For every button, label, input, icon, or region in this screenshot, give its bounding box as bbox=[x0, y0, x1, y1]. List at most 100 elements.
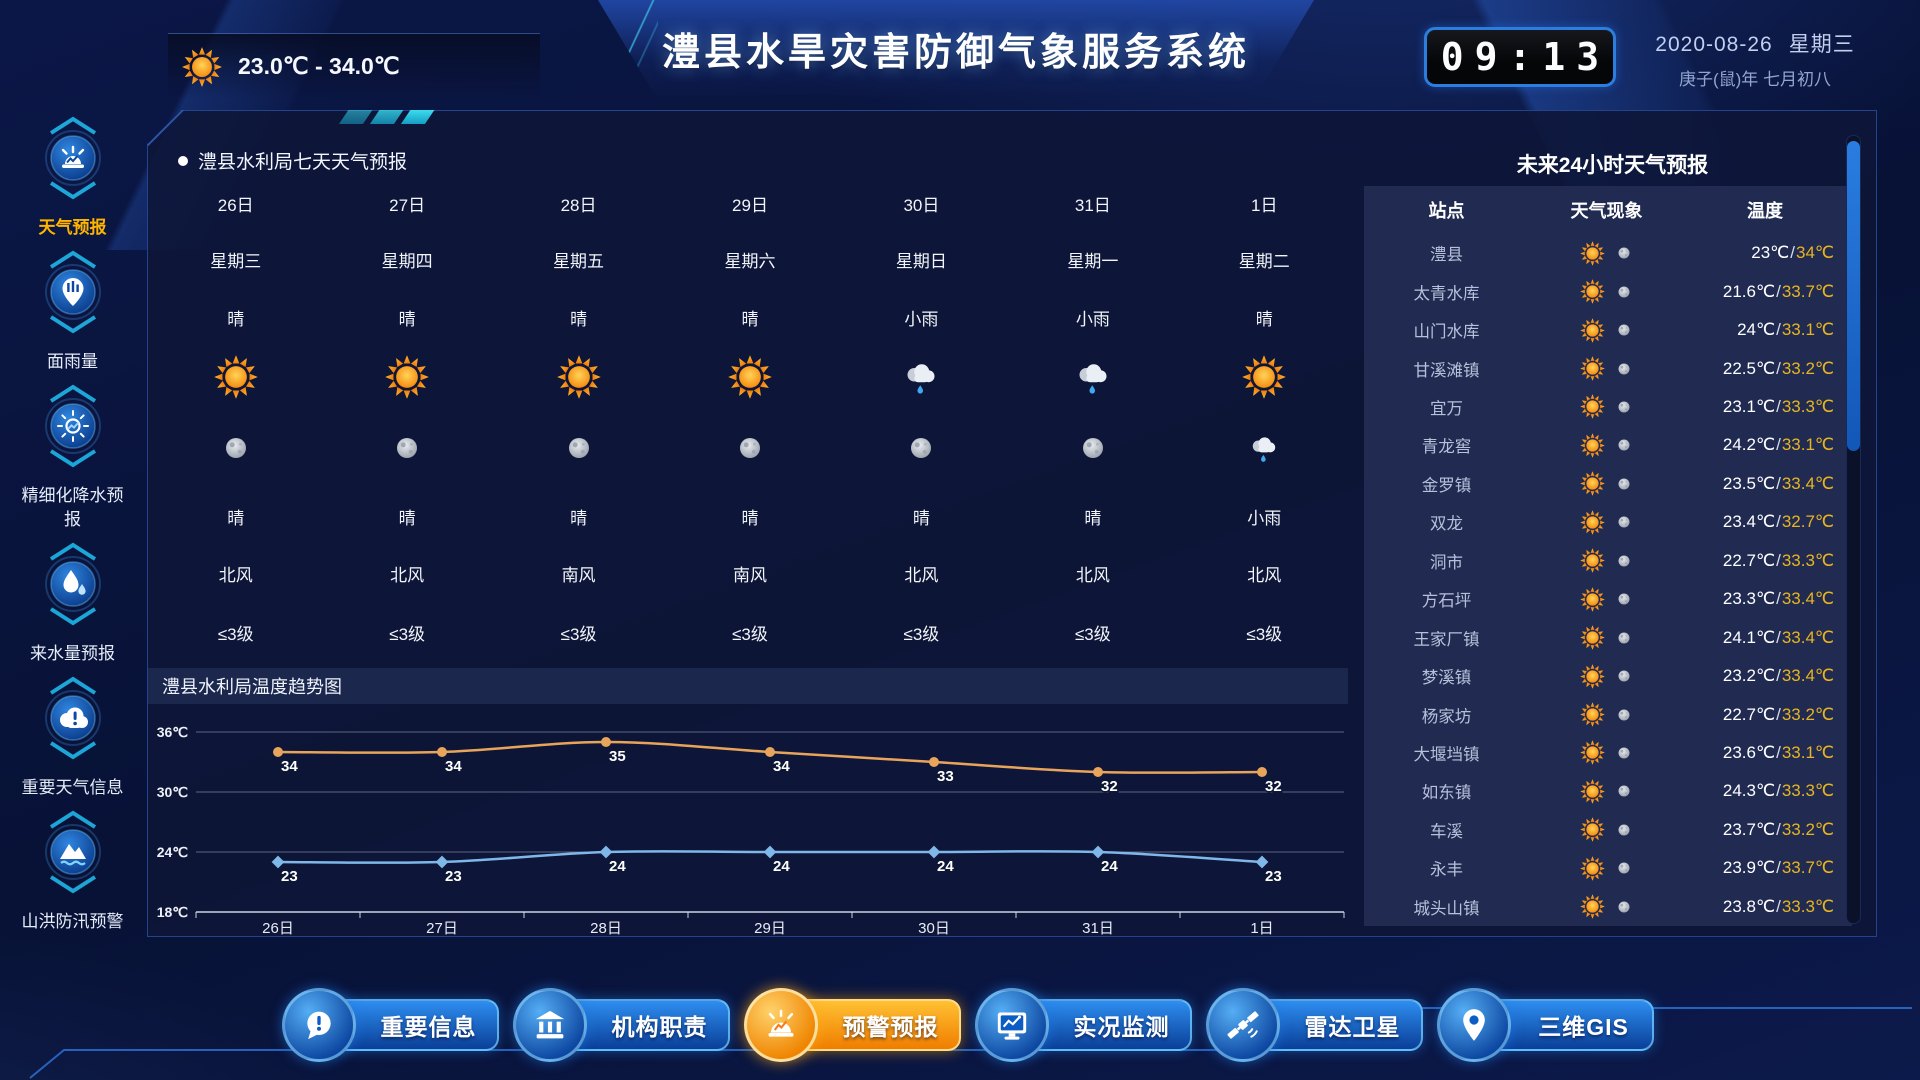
nav-button-label: 预警预报 bbox=[843, 1008, 939, 1042]
high-temp: 33.3℃ bbox=[1782, 397, 1834, 416]
forecast-night-condition: 晴 bbox=[227, 504, 244, 529]
day-weather-icon bbox=[897, 353, 945, 401]
svg-text:36℃: 36℃ bbox=[157, 724, 189, 740]
station-name: 金罗镇 bbox=[1364, 472, 1529, 496]
svg-text:34: 34 bbox=[773, 758, 790, 775]
svg-text:33: 33 bbox=[937, 768, 954, 785]
low-temp: 24℃ bbox=[1737, 320, 1775, 339]
nav-button-important-info[interactable]: 重要信息 bbox=[284, 996, 499, 1054]
nav-button-label: 雷达卫星 bbox=[1305, 1008, 1401, 1042]
sidebar-item-inflow-forecast[interactable]: 来水量预报 bbox=[30, 538, 115, 666]
sidebar-item-weather-forecast[interactable]: 天气预报 bbox=[37, 112, 109, 240]
sun-icon bbox=[180, 45, 224, 89]
svg-text:1日: 1日 bbox=[1250, 920, 1273, 937]
rain-gauge-icon bbox=[37, 246, 109, 338]
current-weekday: 星期三 bbox=[1789, 33, 1855, 56]
station-weather-table: 站点 天气现象 温度 澧县 23℃/34℃ bbox=[1364, 186, 1852, 926]
station-name: 梦溪镇 bbox=[1364, 664, 1529, 688]
seven-day-forecast: 26日 星期三 晴 晴 北风 ≤3级 27日 星期四 晴 晴 bbox=[150, 181, 1350, 667]
high-temp: 33.7℃ bbox=[1782, 282, 1834, 301]
weather-alarm-icon bbox=[37, 112, 109, 204]
sidebar-item-label: 面雨量 bbox=[47, 350, 98, 374]
lunar-date: 庚子(鼠)年 七月初八 bbox=[1630, 65, 1880, 90]
station-name: 洞市 bbox=[1364, 549, 1529, 573]
svg-text:34: 34 bbox=[445, 758, 462, 775]
forecast-night-condition: 晴 bbox=[570, 504, 587, 529]
station-weather-icons bbox=[1529, 701, 1684, 728]
col-header-phenomenon: 天气现象 bbox=[1529, 197, 1684, 223]
sun-icon bbox=[1579, 778, 1606, 805]
high-temp: 33.2℃ bbox=[1782, 359, 1834, 378]
nav-button-3d-gis[interactable]: 三维GIS bbox=[1439, 996, 1654, 1054]
sun-icon bbox=[1579, 586, 1606, 613]
station-row: 王家厂镇 24.1℃/33.4℃ bbox=[1364, 618, 1852, 656]
station-weather-icons bbox=[1529, 547, 1684, 574]
night-weather-icon bbox=[730, 428, 770, 468]
forecast-day-condition: 小雨 bbox=[904, 305, 938, 330]
satellite-icon bbox=[1223, 1005, 1263, 1045]
scrollbar-thumb[interactable] bbox=[1847, 141, 1860, 451]
sidebar-item-label: 天气预报 bbox=[39, 216, 107, 240]
high-temp: 33.1℃ bbox=[1782, 320, 1834, 339]
svg-text:24: 24 bbox=[1101, 858, 1118, 875]
high-temp: 33.3℃ bbox=[1782, 781, 1834, 800]
table-header-row: 站点 天气现象 温度 bbox=[1364, 186, 1852, 234]
sidebar-item-refined-precipitation[interactable]: 精细化降水预报 bbox=[14, 380, 132, 532]
high-temp: 33.1℃ bbox=[1782, 743, 1834, 762]
svg-text:34: 34 bbox=[281, 758, 298, 775]
moon-icon bbox=[1613, 896, 1635, 918]
day-weather-icon bbox=[383, 353, 431, 401]
high-temp: 33.2℃ bbox=[1782, 705, 1834, 724]
day-weather-icon bbox=[1069, 353, 1117, 401]
sidebar-item-flash-flood-warning[interactable]: 山洪防汛预警 bbox=[22, 806, 124, 934]
station-temperature: 23.3℃/33.4℃ bbox=[1684, 589, 1852, 609]
nav-button-warning-forecast[interactable]: 预警预报 bbox=[746, 996, 961, 1054]
forecast-wind-direction: 北风 bbox=[219, 561, 253, 586]
station-name: 如东镇 bbox=[1364, 779, 1529, 803]
station-temperature: 22.5℃/33.2℃ bbox=[1684, 359, 1852, 379]
forecast-night-condition: 晴 bbox=[1084, 504, 1101, 529]
high-temp: 33.4℃ bbox=[1782, 628, 1834, 647]
sidebar-item-important-weather[interactable]: 重要天气信息 bbox=[22, 672, 124, 800]
station-weather-icons bbox=[1529, 317, 1684, 344]
high-temp: 33.2℃ bbox=[1782, 820, 1834, 839]
station-row: 青龙窖 24.2℃/33.1℃ bbox=[1364, 426, 1852, 464]
sidebar-item-areal-rainfall[interactable]: 面雨量 bbox=[37, 246, 109, 374]
low-temp: 23℃ bbox=[1751, 243, 1789, 262]
station-temperature: 24.1℃/33.4℃ bbox=[1684, 628, 1852, 648]
moon-icon bbox=[1613, 665, 1635, 687]
station-name: 甘溪滩镇 bbox=[1364, 357, 1529, 381]
svg-text:24: 24 bbox=[773, 858, 790, 875]
sun-icon bbox=[1579, 470, 1606, 497]
forecast-wind-direction: 南风 bbox=[562, 561, 596, 586]
night-weather-icon bbox=[559, 428, 599, 468]
bank-building-icon bbox=[530, 1005, 570, 1045]
scrollbar-track[interactable] bbox=[1846, 135, 1861, 924]
moon-icon bbox=[1613, 473, 1635, 495]
station-weather-icons bbox=[1529, 432, 1684, 459]
station-weather-icons bbox=[1529, 855, 1684, 882]
station-name: 宜万 bbox=[1364, 395, 1529, 419]
forecast-wind-direction: 北风 bbox=[1076, 561, 1110, 586]
moon-icon bbox=[1613, 588, 1635, 610]
sun-icon bbox=[1579, 355, 1606, 382]
nav-button-live-monitoring[interactable]: 实况监测 bbox=[977, 996, 1192, 1054]
night-weather-icon bbox=[1073, 428, 1113, 468]
moon-icon bbox=[1613, 242, 1635, 264]
sun-icon bbox=[1579, 317, 1606, 344]
station-weather-icons bbox=[1529, 624, 1684, 651]
sun-icon bbox=[1579, 624, 1606, 651]
nav-button-org-duty[interactable]: 机构职责 bbox=[515, 996, 730, 1054]
day-weather-icon bbox=[212, 353, 260, 401]
sun-icon bbox=[1579, 509, 1606, 536]
low-temp: 22.5℃ bbox=[1723, 359, 1775, 378]
station-row: 大堰垱镇 23.6℃/33.1℃ bbox=[1364, 734, 1852, 772]
forecast-day-condition: 晴 bbox=[570, 305, 587, 330]
station-name: 王家厂镇 bbox=[1364, 626, 1529, 650]
station-row: 太青水库 21.6℃/33.7℃ bbox=[1364, 272, 1852, 310]
high-temp: 33.4℃ bbox=[1782, 474, 1834, 493]
panel-corner-stripes-icon bbox=[344, 109, 430, 124]
station-weather-icons bbox=[1529, 278, 1684, 305]
col-header-temperature: 温度 bbox=[1684, 197, 1852, 223]
nav-button-radar-satellite[interactable]: 雷达卫星 bbox=[1208, 996, 1423, 1054]
